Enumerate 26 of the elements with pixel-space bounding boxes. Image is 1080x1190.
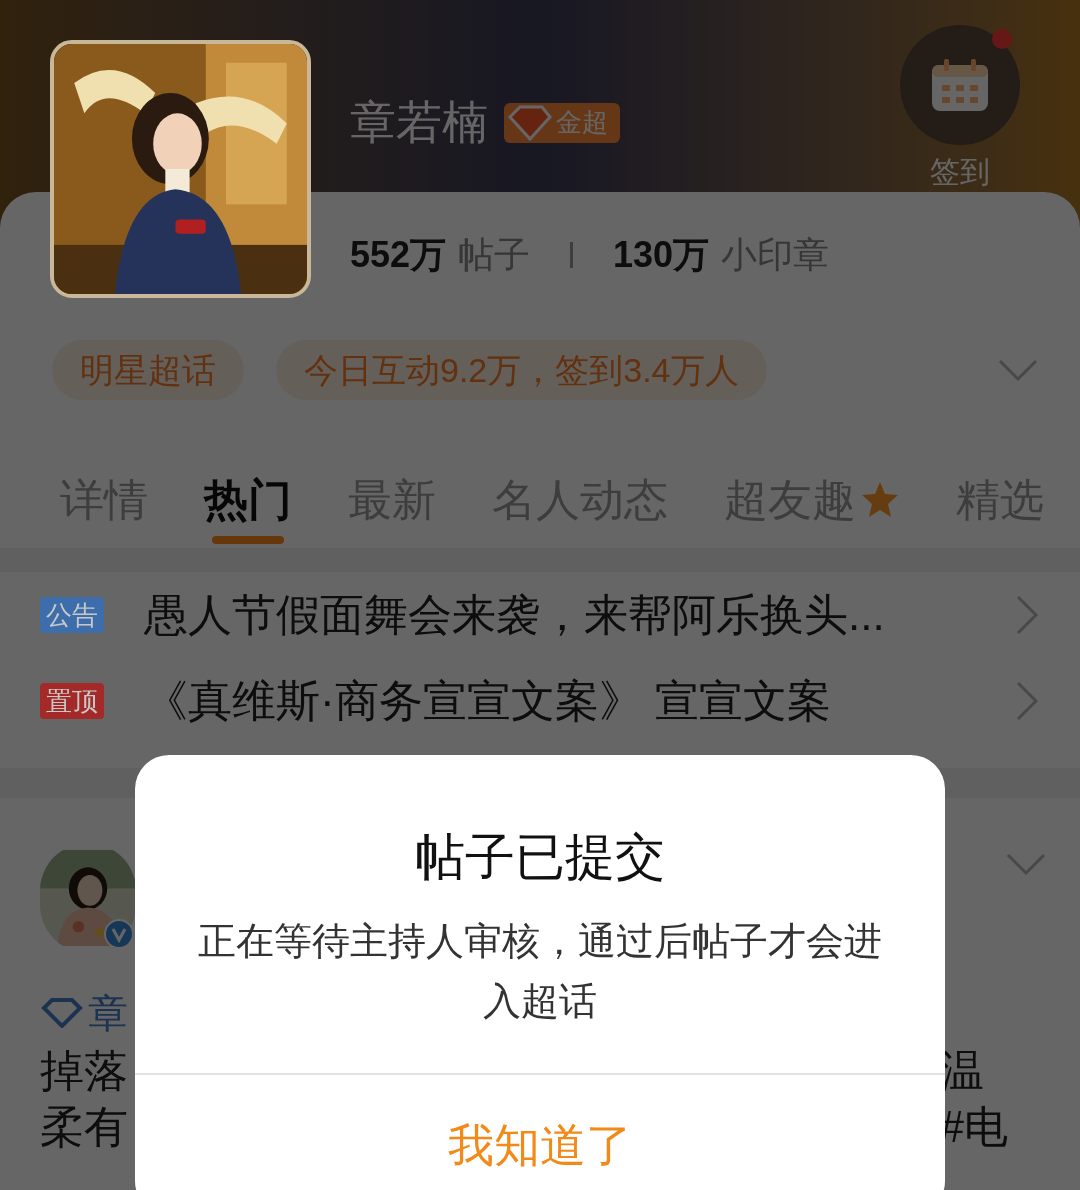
dialog-title: 帖子已提交 bbox=[415, 828, 665, 887]
notice-row[interactable]: 公告 愚人节假面舞会来袭，来帮阿乐换头... bbox=[0, 572, 1080, 658]
topic-name: 章若楠 bbox=[350, 95, 488, 150]
notice-title: 《真维斯·商务宣宣文案》 宣宣文案 bbox=[144, 675, 831, 727]
tab[interactable]: 热门 bbox=[204, 470, 292, 544]
acknowledge-button[interactable]: 我知道了 bbox=[448, 1111, 632, 1180]
topic-chip[interactable]: 今日互动9.2万，签到3.4万人 bbox=[276, 340, 767, 400]
notice-tag: 置顶 bbox=[40, 683, 104, 719]
notice-tag: 公告 bbox=[40, 597, 104, 633]
post-text: 掉落 bbox=[40, 1045, 128, 1097]
post-text: 柔有 bbox=[40, 1101, 128, 1153]
stat-value: 552万 bbox=[350, 233, 447, 277]
expand-icon[interactable] bbox=[998, 359, 1038, 381]
dialog-message: 正在等待主持人审核，通过后帖子才会进入超话 bbox=[197, 919, 883, 1024]
notice-row[interactable]: 置顶 《真维斯·商务宣宣文案》 宣宣文案 bbox=[0, 658, 1080, 744]
stat-value: 130万 bbox=[613, 233, 710, 277]
calendar-icon bbox=[930, 57, 990, 113]
author-name[interactable]: 章 bbox=[88, 983, 128, 1043]
expand-icon[interactable] bbox=[1006, 853, 1046, 875]
diamond-icon bbox=[40, 998, 84, 1028]
level-badge: 金超 bbox=[504, 102, 620, 143]
chevron-right-icon[interactable] bbox=[1016, 595, 1038, 635]
star-icon bbox=[860, 480, 900, 520]
notice-title: 愚人节假面舞会来袭，来帮阿乐换头... bbox=[144, 589, 885, 641]
chevron-right-icon[interactable] bbox=[1016, 681, 1038, 721]
topic-chip[interactable]: 明星超话 bbox=[52, 340, 244, 400]
